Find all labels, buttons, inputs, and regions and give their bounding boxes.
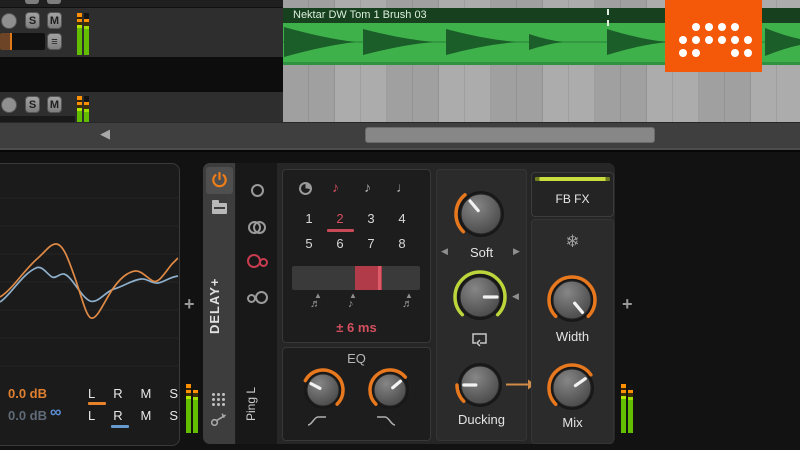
channel-l-underline [88, 402, 106, 405]
selected-number-underline [327, 229, 354, 232]
record-arm-button[interactable] [1, 97, 17, 113]
device-header-strip[interactable]: DELAY+ [203, 163, 236, 444]
time-mode-clock-icon[interactable] [299, 182, 312, 195]
device-name-label[interactable]: DELAY+ [207, 243, 231, 368]
bitwig-logo [665, 0, 762, 72]
feedback-knob[interactable] [452, 269, 508, 325]
track-menu-button[interactable]: ≡ [47, 33, 62, 50]
fb-fx-accent-bar [535, 177, 610, 181]
clip-marker-dashed-line [607, 9, 609, 26]
width-label[interactable]: Width [531, 329, 614, 344]
time-number-3[interactable]: 3 [360, 211, 382, 226]
add-device-button-right[interactable]: + [622, 294, 633, 315]
scope-waveform-display [0, 197, 178, 367]
bitwig-logo-dots [679, 36, 687, 44]
repeat-icon[interactable] [470, 330, 490, 347]
marker-note-mid-icon: ♪ [348, 298, 354, 310]
bitwig-window: Nektar DW Tom 1 Brush 03 S M ≡ S M ◀ 0.0… [0, 0, 800, 450]
time-number-1[interactable]: 1 [298, 211, 320, 226]
scope-curve-right [0, 266, 178, 303]
channel-r[interactable]: R [113, 386, 122, 401]
channel-r-underline [111, 425, 129, 428]
ducking-knob[interactable] [454, 359, 506, 411]
mode-mono-icon[interactable] [251, 184, 264, 197]
marker-note-left-icon: ♬ [310, 298, 321, 310]
time-number-2-selected[interactable]: 2 [329, 211, 351, 226]
delay-mode-column: Ping L [236, 163, 277, 444]
gain-value-right[interactable]: 0.0 dB [8, 408, 47, 423]
freeze-snowflake-icon[interactable]: ❄ [531, 232, 614, 252]
track-level-meter [77, 96, 89, 122]
track-fader-strip[interactable] [0, 33, 45, 50]
track-row-1[interactable]: S M ≡ [0, 8, 283, 58]
note-quarter-icon[interactable]: ♩ [396, 179, 410, 195]
track-gap [0, 57, 283, 92]
add-device-button-left[interactable]: + [184, 294, 195, 315]
mix-label[interactable]: Mix [531, 415, 614, 430]
device-power-button[interactable] [206, 167, 233, 194]
feedback-mod-arrow-icon[interactable]: ◀ [512, 291, 519, 302]
width-knob[interactable] [546, 274, 598, 326]
lowpass-curve-icon [377, 416, 396, 426]
remote-controls-icon[interactable] [212, 393, 215, 396]
gain-value-left[interactable]: 0.0 dB [8, 386, 47, 401]
time-number-4[interactable]: 4 [391, 211, 413, 226]
mute-button[interactable]: M [47, 96, 62, 113]
fb-fx-chain-slot[interactable]: FB FX [531, 172, 614, 217]
note-straight-icon[interactable]: ♪ [332, 179, 339, 195]
scroll-left-arrow-icon[interactable]: ◀ [100, 126, 110, 142]
stereo-link-icon[interactable]: ∞ [50, 404, 61, 422]
delay-offset-slider[interactable] [292, 266, 420, 290]
record-arm-button[interactable] [1, 13, 17, 29]
delay-time-panel [282, 169, 431, 343]
time-number-5[interactable]: 5 [298, 236, 320, 251]
track-level-meter [77, 13, 89, 55]
channel-m[interactable]: M [141, 386, 152, 401]
track-row-partial-top [0, 0, 283, 7]
mix-knob[interactable] [546, 362, 598, 414]
preset-folder-icon[interactable] [212, 200, 227, 214]
mode-name-label[interactable]: Ping L [244, 368, 268, 440]
offset-value[interactable]: ± 6 ms [282, 320, 431, 335]
channel-m[interactable]: M [141, 408, 152, 423]
channel-s[interactable]: S [169, 386, 178, 401]
soft-knob[interactable] [453, 186, 509, 242]
channel-l[interactable]: L [88, 386, 95, 401]
time-number-7[interactable]: 7 [360, 236, 382, 251]
channel-selector-top: L R M S [88, 386, 178, 401]
solo-button[interactable]: S [25, 96, 40, 113]
marker-note-right-icon: ♬ [402, 298, 413, 310]
eq-lowpass-knob[interactable] [367, 367, 413, 413]
clip-name: Nektar DW Tom 1 Brush 03 [293, 9, 427, 21]
highpass-curve-icon [307, 416, 326, 426]
routing-key-icon[interactable] [210, 413, 230, 427]
eq-label: EQ [347, 351, 366, 366]
track-row-2[interactable]: S M [0, 92, 283, 122]
track-header-column: S M ≡ S M [0, 0, 283, 122]
soft-label[interactable]: Soft [436, 245, 527, 260]
device-meter-right [621, 384, 633, 433]
device-meter-left [186, 384, 198, 433]
fb-fx-label: FB FX [555, 192, 590, 206]
channel-l[interactable]: L [88, 408, 95, 423]
eq-highpass-knob[interactable] [300, 367, 346, 413]
channel-selector-bottom: L R M S [88, 408, 178, 423]
time-number-8[interactable]: 8 [391, 236, 413, 251]
ducking-label[interactable]: Ducking [436, 412, 527, 427]
channel-r[interactable]: R [113, 408, 122, 423]
note-dotted-icon[interactable]: ♪ [364, 179, 371, 195]
scrollbar-thumb[interactable] [365, 127, 655, 143]
time-number-6[interactable]: 6 [329, 236, 351, 251]
channel-s[interactable]: S [169, 408, 178, 423]
mute-button[interactable]: M [47, 12, 62, 29]
solo-button[interactable]: S [25, 12, 40, 29]
